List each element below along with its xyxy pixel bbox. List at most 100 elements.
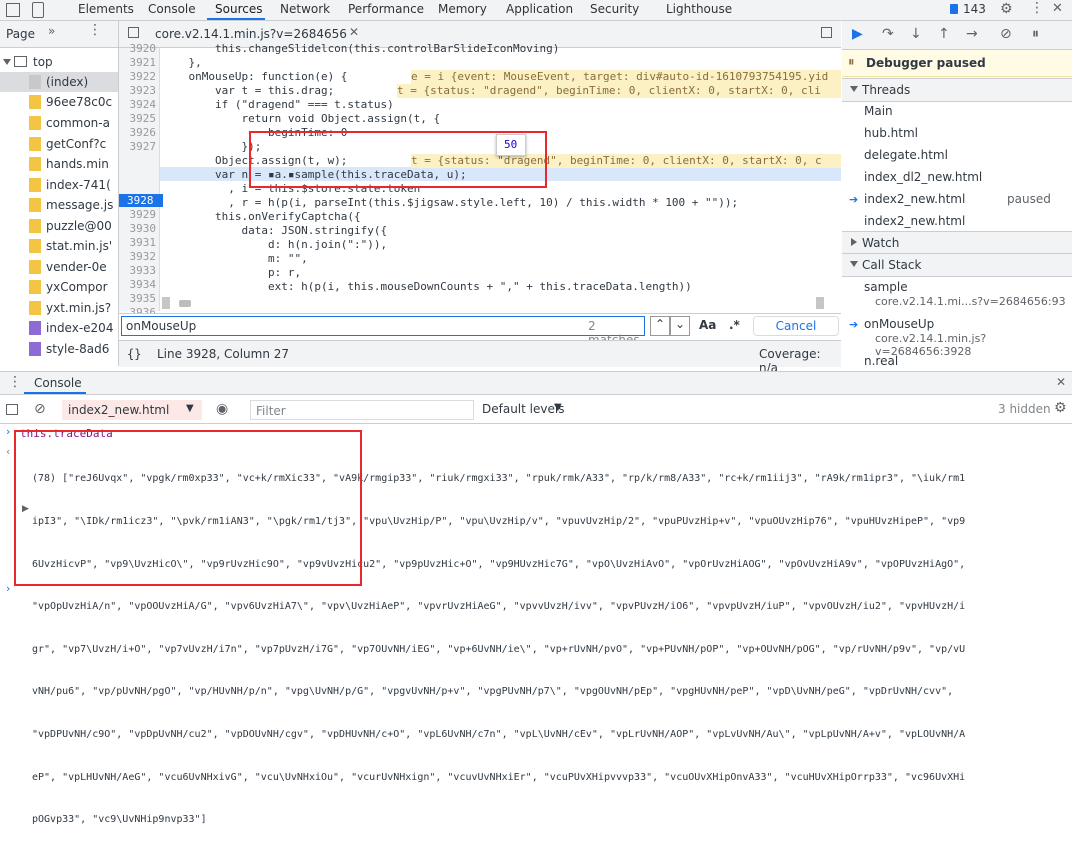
line-number[interactable]: 3925 xyxy=(119,112,157,125)
line-number[interactable]: 3932 xyxy=(119,250,157,263)
line-number[interactable]: 3922 xyxy=(119,70,157,83)
code-line: ext: h(p(i, this.mouseDownCounts + "," +… xyxy=(162,280,692,293)
toggle-sidebar-icon[interactable] xyxy=(6,404,18,415)
pretty-print-button[interactable]: {} xyxy=(127,347,141,361)
output-line: "vpDPUvNH/c9O", "vpDpUvNH/cu2", "vpDOUvN… xyxy=(32,729,966,741)
close-tab-icon[interactable]: ✕ xyxy=(349,25,359,39)
tree-item-top[interactable]: top xyxy=(0,52,118,72)
live-expression-eye-icon[interactable]: ◉ xyxy=(216,401,228,417)
current-line-number[interactable]: 3928 xyxy=(119,194,163,207)
tab-network[interactable]: Network xyxy=(280,2,330,16)
step-over-icon[interactable]: ↷ xyxy=(882,26,894,42)
drawer-menu-icon[interactable]: ⋮ xyxy=(8,374,22,390)
deactivate-breakpoints-icon[interactable]: ⊘ xyxy=(1000,26,1012,42)
line-number[interactable]: 3927 xyxy=(119,140,157,153)
tab-security[interactable]: Security xyxy=(590,2,639,16)
thread-item[interactable]: index_dl2_new.html xyxy=(864,170,982,184)
tab-lighthouse[interactable]: Lighthouse xyxy=(666,2,732,16)
settings-gear-icon[interactable]: ⚙ xyxy=(1000,1,1013,17)
search-input[interactable]: onMouseUp 2 matches xyxy=(121,316,645,347)
tab-performance[interactable]: Performance xyxy=(348,2,424,16)
search-prev-icon[interactable]: ⌃ xyxy=(650,316,670,336)
thread-item[interactable]: hub.html xyxy=(864,126,918,140)
issues-icon[interactable] xyxy=(950,4,958,14)
more-tabs-chevron-icon[interactable]: » xyxy=(48,24,55,38)
tree-item-file[interactable]: vender-0e xyxy=(0,257,118,277)
console-settings-gear-icon[interactable]: ⚙ xyxy=(1054,400,1067,416)
line-number[interactable]: 3931 xyxy=(119,236,157,249)
tree-item-file[interactable]: 96ee78c0c xyxy=(0,92,118,112)
more-options-icon[interactable]: ⋮ xyxy=(1030,0,1044,16)
device-toolbar-icon[interactable] xyxy=(32,2,44,18)
tree-item-file[interactable]: index-741( xyxy=(0,175,118,195)
thread-item[interactable]: index2_new.html xyxy=(864,214,965,228)
toggle-debugger-icon[interactable] xyxy=(821,27,832,38)
tree-item-file[interactable]: yxCompor xyxy=(0,277,118,297)
horizontal-scroll-left[interactable] xyxy=(162,297,170,309)
line-number[interactable]: 3933 xyxy=(119,264,157,277)
issues-count[interactable]: 143 xyxy=(963,2,986,16)
tab-memory[interactable]: Memory xyxy=(438,2,487,16)
thread-item-current[interactable]: index2_new.html xyxy=(864,192,965,206)
threads-section-header[interactable]: Threads xyxy=(842,78,1072,102)
tree-item-file[interactable]: index-e204 xyxy=(0,318,118,338)
console-input-prompt[interactable]: › xyxy=(6,582,10,595)
call-frame-name[interactable]: sample xyxy=(864,280,908,294)
navigator-tab-page[interactable]: Page xyxy=(6,27,35,41)
step-into-icon[interactable]: ↓ xyxy=(910,26,922,42)
console-filter-input[interactable]: Filter xyxy=(250,400,474,420)
tab-sources[interactable]: Sources xyxy=(215,2,262,16)
regex-button[interactable]: .* xyxy=(729,318,740,332)
tree-item-file[interactable]: stat.min.js' xyxy=(0,236,118,256)
close-devtools-icon[interactable]: ✕ xyxy=(1052,1,1063,16)
tree-item-index[interactable]: (index) xyxy=(0,72,118,92)
navigator-menu-icon[interactable]: ⋮ xyxy=(88,22,102,38)
close-drawer-icon[interactable]: ✕ xyxy=(1056,375,1066,389)
tree-item-file[interactable]: hands.min xyxy=(0,154,118,174)
tab-elements[interactable]: Elements xyxy=(78,2,134,16)
line-number[interactable]: 3929 xyxy=(119,208,157,221)
context-selector[interactable]: index2_new.html ▼ xyxy=(62,400,202,420)
cancel-search-button[interactable]: Cancel xyxy=(753,316,839,336)
tab-console[interactable]: Console xyxy=(148,2,196,16)
inspect-element-icon[interactable] xyxy=(6,3,20,17)
line-number[interactable]: 3920 xyxy=(119,42,157,55)
thread-item[interactable]: delegate.html xyxy=(864,148,948,162)
step-out-icon[interactable]: ↑ xyxy=(938,26,950,42)
step-icon[interactable]: → xyxy=(966,26,978,42)
line-number[interactable]: 3923 xyxy=(119,84,157,97)
tab-application[interactable]: Application xyxy=(506,2,573,16)
callstack-section-header[interactable]: Call Stack xyxy=(842,253,1072,277)
line-number[interactable]: 3935 xyxy=(119,292,157,305)
tree-item-file[interactable]: message.js xyxy=(0,195,118,215)
tree-item-file[interactable]: common-a xyxy=(0,113,118,133)
clear-console-icon[interactable]: ⊘ xyxy=(34,401,46,417)
call-frame-name[interactable]: onMouseUp xyxy=(864,317,934,331)
thread-item[interactable]: Main xyxy=(864,104,893,118)
line-number[interactable]: 3934 xyxy=(119,278,157,291)
horizontal-scroll-right[interactable] xyxy=(816,297,824,309)
toggle-navigator-icon[interactable] xyxy=(128,27,139,38)
navigator-header: Page » ⋮ xyxy=(0,21,118,48)
tree-item-file[interactable]: style-8ad6 xyxy=(0,339,118,359)
resume-icon[interactable]: ▶ xyxy=(852,26,863,42)
search-next-icon[interactable]: ⌄ xyxy=(670,316,690,336)
tree-item-file[interactable]: puzzle@00 xyxy=(0,216,118,236)
line-number[interactable]: 3926 xyxy=(119,126,157,139)
drawer-tab-console[interactable]: Console xyxy=(34,376,82,390)
tree-item-file[interactable]: yxt.min.js? xyxy=(0,298,118,318)
log-levels-dropdown[interactable]: Default levels xyxy=(482,402,564,416)
line-number[interactable]: 3924 xyxy=(119,98,157,111)
watch-section-header[interactable]: Watch xyxy=(842,231,1072,255)
match-case-button[interactable]: Aa xyxy=(699,318,716,332)
call-frame-name[interactable]: n.real xyxy=(864,354,898,368)
expand-triangle-icon xyxy=(850,86,858,92)
editor-file-tab[interactable]: core.v2.14.1.min.js?v=2684656 xyxy=(155,27,347,41)
code-line: data: JSON.stringify({ xyxy=(162,224,388,237)
pause-on-exceptions-icon[interactable]: ⏸ xyxy=(1032,26,1039,42)
expand-triangle-icon[interactable] xyxy=(3,59,11,65)
line-number[interactable]: 3921 xyxy=(119,56,157,69)
tree-item-file[interactable]: getConf?c xyxy=(0,134,118,154)
line-number[interactable]: 3930 xyxy=(119,222,157,235)
horizontal-scrollbar-thumb[interactable] xyxy=(179,300,191,307)
